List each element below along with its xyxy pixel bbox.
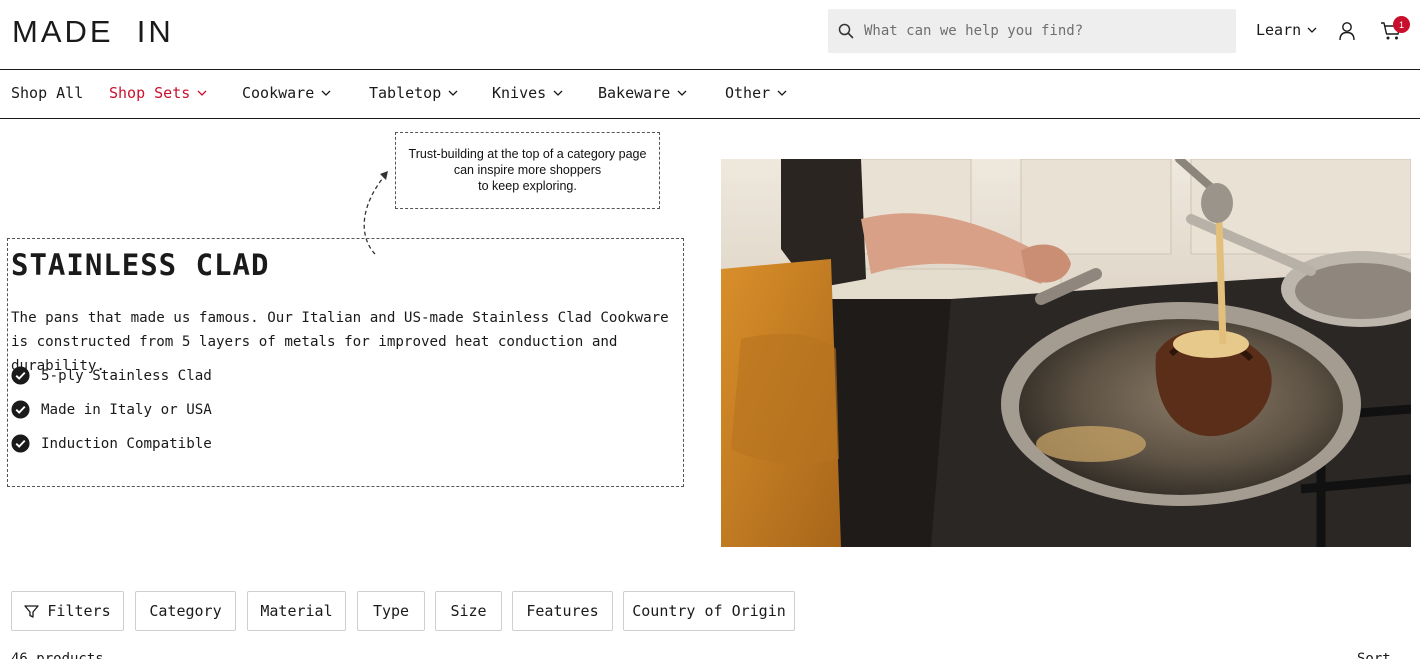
- feature-item: Made in Italy or USA: [11, 400, 212, 419]
- user-icon[interactable]: [1338, 21, 1356, 41]
- hero-image: [721, 159, 1411, 547]
- nav-label: Knives: [492, 84, 547, 102]
- feature-item: 5-ply Stainless Clad: [11, 366, 212, 385]
- learn-label: Learn: [1256, 21, 1302, 39]
- annotation-text: Trust-building at the top of a category …: [396, 146, 659, 194]
- annotation-line: to keep exploring.: [478, 179, 577, 193]
- nav-label: Cookware: [242, 84, 315, 102]
- feature-label: Made in Italy or USA: [41, 401, 212, 418]
- main-navigation: Shop All Shop Sets Cookware Tabletop Kni…: [0, 70, 1420, 119]
- filter-country-of-origin-button[interactable]: Country of Origin: [623, 591, 795, 631]
- chevron-down-icon: [777, 90, 787, 96]
- nav-label: Tabletop: [369, 84, 442, 102]
- nav-item-tabletop[interactable]: Tabletop: [369, 84, 458, 102]
- sort-dropdown[interactable]: Sort: [1357, 651, 1391, 659]
- filter-material-button[interactable]: Material: [247, 591, 346, 631]
- page-title: STAINLESS CLAD: [11, 248, 270, 282]
- check-circle-icon: [11, 400, 30, 419]
- chevron-down-icon: [448, 90, 458, 96]
- filter-label: Category: [149, 602, 222, 620]
- search-bar[interactable]: [828, 9, 1236, 53]
- filter-label: Type: [372, 602, 410, 620]
- nav-item-bakeware[interactable]: Bakeware: [598, 84, 687, 102]
- cart-count-badge: 1: [1393, 16, 1410, 33]
- feature-label: Induction Compatible: [41, 435, 212, 452]
- filter-icon: [24, 604, 40, 618]
- filter-features-button[interactable]: Features: [512, 591, 613, 631]
- nav-label: Shop Sets: [109, 84, 191, 102]
- check-circle-icon: [11, 434, 30, 453]
- nav-item-cookware[interactable]: Cookware: [242, 84, 331, 102]
- filter-label: Features: [526, 602, 599, 620]
- filter-type-button[interactable]: Type: [357, 591, 425, 631]
- filter-size-button[interactable]: Size: [435, 591, 502, 631]
- chevron-down-icon: [553, 90, 563, 96]
- cooking-scene-illustration: [721, 159, 1411, 547]
- filter-label: Size: [450, 602, 487, 620]
- nav-item-other[interactable]: Other: [725, 84, 787, 102]
- filter-label: Country of Origin: [632, 602, 786, 620]
- nav-item-shop-sets[interactable]: Shop Sets: [109, 84, 207, 102]
- chevron-down-icon: [197, 90, 207, 96]
- nav-label: Shop All: [11, 84, 84, 102]
- nav-item-shop-all[interactable]: Shop All: [11, 84, 83, 102]
- search-input[interactable]: [864, 9, 1224, 53]
- annotation-line: Trust-building at the top of a category …: [408, 147, 647, 161]
- filter-label: Material: [260, 602, 333, 620]
- feature-item: Induction Compatible: [11, 434, 212, 453]
- annotation-line: can inspire more shoppers: [453, 163, 602, 177]
- nav-label: Bakeware: [598, 84, 671, 102]
- nav-item-knives[interactable]: Knives: [492, 84, 563, 102]
- filter-label: Filters: [47, 602, 111, 620]
- chevron-down-icon: [321, 90, 331, 96]
- check-circle-icon: [11, 366, 30, 385]
- chevron-down-icon: [677, 90, 687, 96]
- brand-logo[interactable]: MADE IN: [12, 14, 174, 50]
- learn-menu[interactable]: Learn: [1256, 21, 1317, 39]
- filters-button[interactable]: Filters: [11, 591, 124, 631]
- site-header: MADE IN Learn 1: [0, 0, 1420, 70]
- nav-label: Other: [725, 84, 771, 102]
- chevron-down-icon: [1307, 27, 1317, 33]
- search-icon: [838, 23, 854, 39]
- filter-category-button[interactable]: Category: [135, 591, 236, 631]
- feature-label: 5-ply Stainless Clad: [41, 367, 212, 384]
- product-count: 46 products: [11, 651, 104, 659]
- annotation-callout: Trust-building at the top of a category …: [395, 132, 660, 209]
